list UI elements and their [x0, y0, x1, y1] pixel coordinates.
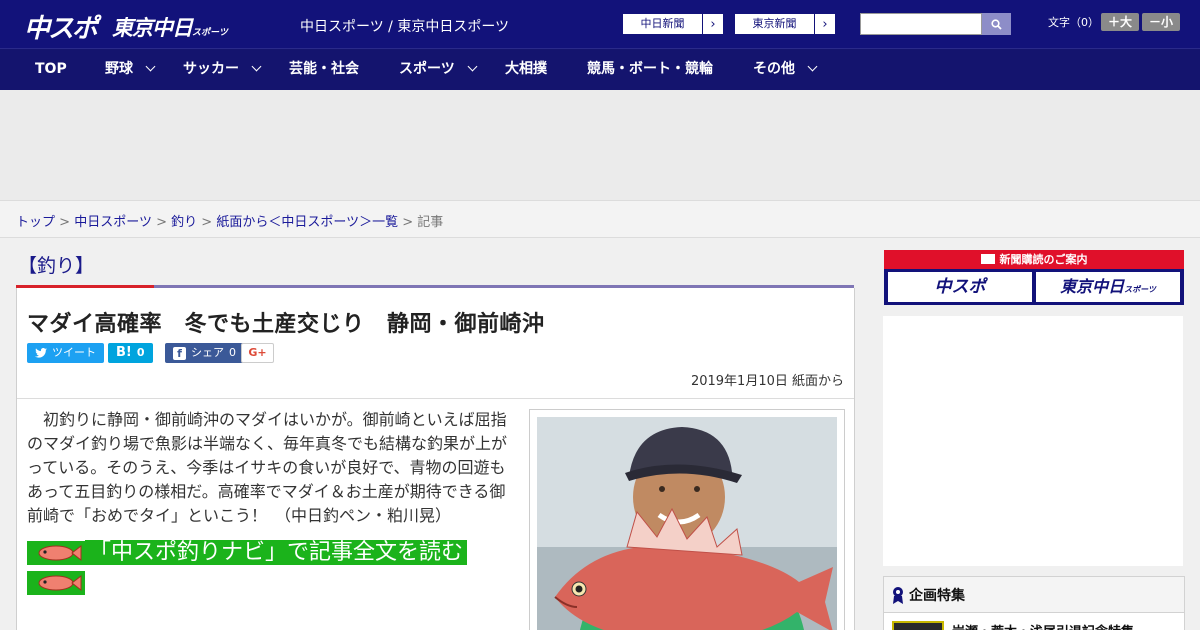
main-nav: TOP 野球 サッカー 芸能・社会 スポーツ 大相撲 競馬・ボート・競輪 その他 [0, 48, 1200, 90]
chunichi-shimbun-label: 中日新聞 [623, 14, 703, 34]
fishing-navi-link[interactable]: 「中スポ釣りナビ」で記事全文を読む [27, 538, 509, 598]
facebook-icon: f [173, 346, 186, 360]
feature-title: 企画特集 [909, 587, 965, 604]
feature-item-title: 岩瀬・荒木・浅尾引退記念特集 [952, 621, 1134, 630]
tokyo-shimbun-button[interactable]: 東京新聞 › [734, 13, 836, 35]
article-lead: 初釣りに静岡・御前崎沖のマダイはいかが。御前崎といえば屈指のマダイ釣り場で魚影は… [27, 410, 508, 525]
chevron-down-icon [467, 61, 478, 72]
category-label: 【釣り】 [18, 255, 95, 277]
chuspo-logo[interactable]: 中スポ [24, 8, 98, 45]
breadcrumb-current: 記事 [417, 215, 444, 230]
subscribe-tokyo-chunichi-label: 東京中日 [1060, 277, 1125, 296]
tokyo-chunichi-logo-small: スポーツ [192, 28, 228, 38]
nav-item-sumo[interactable]: 大相撲 [505, 49, 547, 91]
nav-item-entertainment[interactable]: 芸能・社会 [289, 49, 359, 91]
subscription-header: 新聞購読のご案内 [884, 250, 1184, 269]
breadcrumb-link-top[interactable]: トップ [16, 215, 55, 230]
chevron-down-icon [145, 61, 156, 72]
fish-icon [27, 571, 85, 595]
feature-header: 企画特集 [884, 577, 1184, 613]
breadcrumb-separator: > [59, 215, 71, 230]
nav-label: 競馬・ボート・競輪 [587, 61, 713, 77]
twitter-bird-icon [35, 348, 47, 358]
nav-item-soccer[interactable]: サッカー [183, 49, 262, 91]
breadcrumb-separator: > [201, 215, 213, 230]
site-header: 中スポ 東京中日スポーツ 中日スポーツ / 東京中日スポーツ 中日新聞 › 東京… [0, 0, 1200, 48]
breadcrumb-separator: > [156, 215, 167, 230]
chevron-down-icon [251, 61, 262, 72]
fish-icon [27, 541, 85, 565]
font-size-label: 文字（0） [1048, 16, 1099, 29]
nav-label: その他 [753, 61, 795, 77]
article-headline: マダイ高確率 冬でも土産交じり 静岡・御前崎沖 [27, 312, 545, 337]
subscribe-chuspo-button[interactable]: 中スポ [888, 272, 1032, 302]
ad-banner-area [0, 90, 1200, 200]
publish-date: 2019年1月10日 紙面から [690, 374, 844, 389]
breadcrumb-separator: > [402, 215, 414, 230]
facebook-share-label: シェア [191, 346, 224, 359]
chevron-right-icon: › [710, 16, 716, 32]
breadcrumb: トップ > 中日スポーツ > 釣り > 紙面から＜中日スポーツ＞一覧 > 記事 [16, 211, 443, 230]
feature-item[interactable]: 岩瀬・荒木・浅尾引退記念特集 [892, 621, 1134, 630]
nav-label: サッカー [183, 61, 239, 77]
font-smaller-button[interactable]: －小 [1142, 13, 1180, 31]
nav-label: 野球 [105, 61, 133, 77]
feature-thumbnail [892, 621, 944, 630]
chevron-down-icon [807, 61, 818, 72]
breadcrumb-bar: トップ > 中日スポーツ > 釣り > 紙面から＜中日スポーツ＞一覧 > 記事 [0, 200, 1200, 238]
nav-label: TOP [35, 61, 67, 77]
tweet-label: ツイート [52, 346, 96, 359]
site-name-links[interactable]: 中日スポーツ / 東京中日スポーツ [300, 16, 509, 36]
tokyo-chunichi-logo-text: 東京中日 [112, 16, 193, 40]
article-photo[interactable] [537, 417, 837, 630]
tokyo-shimbun-label: 東京新聞 [735, 14, 815, 34]
search-icon [991, 18, 1002, 30]
subscribe-tokyo-chunichi-button[interactable]: 東京中日スポーツ [1036, 272, 1180, 302]
chunichi-shimbun-button[interactable]: 中日新聞 › [622, 13, 724, 35]
breadcrumb-link-chunichi-sports[interactable]: 中日スポーツ [74, 215, 152, 230]
hatena-bookmark-button[interactable]: B! 0 [108, 343, 153, 363]
nav-item-other[interactable]: その他 [753, 49, 818, 91]
search-button[interactable] [982, 13, 1011, 35]
breadcrumb-link-list[interactable]: 紙面から＜中日スポーツ＞一覧 [216, 215, 398, 230]
nav-label: 大相撲 [505, 61, 547, 77]
feature-section: 企画特集 岩瀬・荒木・浅尾引退記念特集 [883, 576, 1185, 630]
google-plus-button[interactable]: G+ [241, 343, 274, 363]
hatena-count: 0 [136, 346, 145, 359]
chevron-right-icon: › [822, 16, 828, 32]
tweet-button[interactable]: ツイート [27, 343, 104, 363]
google-plus-icon: G+ [248, 346, 267, 359]
hatena-icon: B! [116, 345, 132, 360]
nav-item-top[interactable]: TOP [35, 49, 67, 91]
nav-label: スポーツ [399, 61, 455, 77]
subscribe-tokyo-chunichi-small: スポーツ [1124, 285, 1156, 294]
article-photo-frame [529, 409, 845, 630]
nav-item-sports[interactable]: スポーツ [399, 49, 478, 91]
article-card: マダイ高確率 冬でも土産交じり 静岡・御前崎沖 ツイート B! 0 f シェア … [16, 288, 855, 630]
divider [17, 398, 854, 399]
search-input[interactable] [860, 13, 982, 35]
tokyo-chunichi-logo[interactable]: 東京中日スポーツ [112, 12, 228, 42]
subscription-title: 新聞購読のご案内 [999, 253, 1088, 266]
subscription-banner: 新聞購読のご案内 中スポ 東京中日スポーツ [884, 250, 1184, 305]
sidebar-ad-slot [883, 316, 1183, 566]
font-larger-button[interactable]: ＋大 [1101, 13, 1139, 31]
newspaper-icon [980, 254, 995, 264]
facebook-share-button[interactable]: f シェア 0 [165, 343, 244, 363]
nav-item-racing[interactable]: 競馬・ボート・競輪 [587, 49, 713, 91]
nav-item-baseball[interactable]: 野球 [105, 49, 156, 91]
nav-label: 芸能・社会 [289, 61, 359, 77]
breadcrumb-link-fishing[interactable]: 釣り [171, 215, 197, 230]
fishing-navi-link-text: 「中スポ釣りナビ」で記事全文を読む [85, 540, 468, 565]
ribbon-icon [893, 586, 903, 604]
facebook-share-count: 0 [229, 346, 236, 359]
